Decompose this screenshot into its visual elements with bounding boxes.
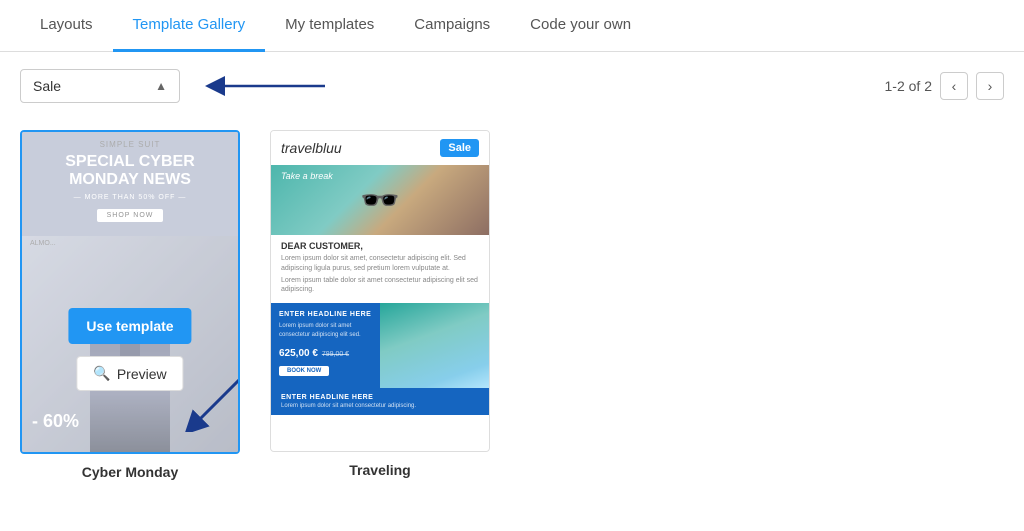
tab-template-gallery[interactable]: Template Gallery (113, 0, 266, 52)
preview-button[interactable]: 🔍 Preview (76, 356, 183, 391)
card-label-cyber-monday: Cyber Monday (20, 464, 240, 480)
tv-sale-badge: Sale (440, 139, 479, 157)
tab-layouts[interactable]: Layouts (20, 0, 113, 52)
filter-selected-value: Sale (33, 78, 61, 94)
tv-take-break: Take a break (281, 171, 333, 181)
toolbar: Sale ▲ 1-2 of 2 ‹ › (0, 52, 1024, 120)
annotation-arrow-svg (200, 68, 330, 104)
tv-lorem-text-2: Lorem ipsum table dolor sit amet consect… (281, 276, 479, 296)
tabs-bar: Layouts Template Gallery My templates Ca… (0, 0, 1024, 52)
tv-enter-headline-bottom: ENTER HEADLINE HERE (281, 394, 479, 401)
use-template-button[interactable]: Use template (68, 308, 191, 344)
tv-headline-blue: ENTER HEADLINE HERE (279, 311, 372, 318)
preview-label: Preview (117, 366, 167, 382)
annotation-arrow-diagonal (177, 372, 240, 435)
chevron-down-icon: ▲ (155, 79, 167, 93)
tv-price-old: 799,00 € (322, 351, 349, 358)
traveling-preview: travelbluu Sale Take a break 🕶️ DEAR CUS… (271, 131, 489, 451)
tv-image-section (380, 303, 489, 388)
tv-brand: travelbluu (281, 140, 342, 156)
card-image-cyber-monday: SIMPLE SUIT SPECIAL CYBER MONDAY NEWS — … (20, 130, 240, 454)
template-card-cyber-monday[interactable]: SIMPLE SUIT SPECIAL CYBER MONDAY NEWS — … (20, 130, 240, 480)
pagination-next-button[interactable]: › (976, 72, 1004, 100)
tab-campaigns[interactable]: Campaigns (394, 0, 510, 52)
tv-price: 625,00 € (279, 348, 318, 359)
card-label-traveling: Traveling (270, 462, 490, 478)
search-icon: 🔍 (93, 365, 110, 382)
annotation-arrow-container (200, 68, 330, 104)
diagonal-arrow-svg (177, 372, 240, 432)
tv-book-btn: BOOK NOW (279, 366, 329, 376)
tv-dear-heading: DEAR CUSTOMER, (281, 241, 479, 251)
tv-hero-image: Take a break 🕶️ (271, 165, 489, 235)
tab-code-your-own[interactable]: Code your own (510, 0, 651, 52)
card-image-traveling: travelbluu Sale Take a break 🕶️ DEAR CUS… (270, 130, 490, 452)
template-card-traveling[interactable]: travelbluu Sale Take a break 🕶️ DEAR CUS… (270, 130, 490, 478)
tv-lorem-white: Lorem ipsum dolor sit amet consectetur a… (279, 322, 372, 339)
pagination-prev-button[interactable]: ‹ (940, 72, 968, 100)
tv-lorem-bottom: Lorem ipsum dolor sit amet consectetur a… (281, 403, 479, 409)
tab-my-templates[interactable]: My templates (265, 0, 394, 52)
tv-blue-section: ENTER HEADLINE HERE Lorem ipsum dolor si… (271, 303, 380, 388)
toolbar-left: Sale ▲ (20, 68, 330, 104)
tv-bottom-blue: ENTER HEADLINE HERE Lorem ipsum dolor si… (271, 388, 489, 415)
templates-grid: SIMPLE SUIT SPECIAL CYBER MONDAY NEWS — … (0, 120, 1024, 510)
tv-lorem-text: Lorem ipsum dolor sit amet, consectetur … (281, 254, 479, 274)
tv-dear-section: DEAR CUSTOMER, Lorem ipsum dolor sit ame… (271, 235, 489, 299)
pagination: 1-2 of 2 ‹ › (885, 72, 1004, 100)
pagination-info: 1-2 of 2 (885, 78, 932, 94)
tv-header: travelbluu Sale (271, 131, 489, 165)
filter-dropdown[interactable]: Sale ▲ (20, 69, 180, 103)
tv-bottom-grid: ENTER HEADLINE HERE Lorem ipsum dolor si… (271, 303, 489, 388)
